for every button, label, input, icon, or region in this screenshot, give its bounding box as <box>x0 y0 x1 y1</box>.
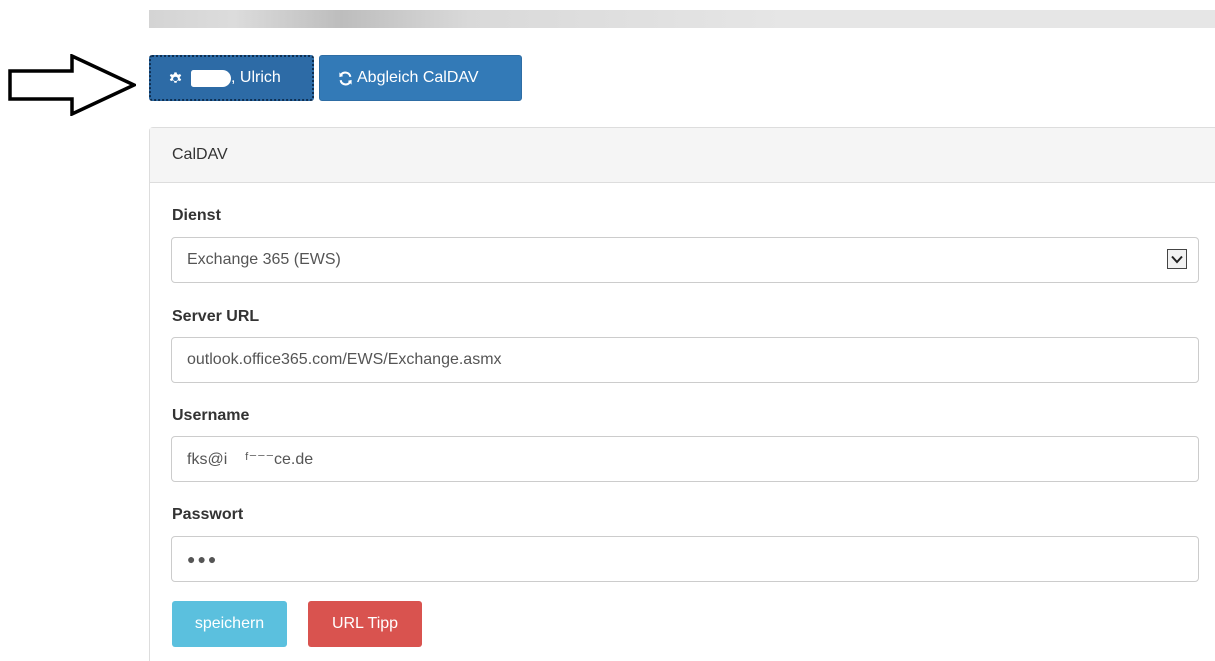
top-bar <box>149 10 1215 28</box>
sync-button-label: Abgleich CalDAV <box>357 69 479 86</box>
password-value: ●●● <box>187 551 219 567</box>
server-url-label: Server URL <box>172 308 260 325</box>
chevron-down-icon[interactable] <box>1167 249 1187 269</box>
username-field[interactable]: fks@i ᶠ⁻⁻⁻ce.de <box>171 436 1199 482</box>
refresh-icon <box>338 71 353 86</box>
password-label: Passwort <box>172 506 244 523</box>
user-button-label: , Ulrich <box>231 69 281 86</box>
url-tip-button[interactable]: URL Tipp <box>308 601 422 647</box>
page: , Ulrich Abgleich CalDAV CalDAV Dienst E… <box>0 0 1215 661</box>
panel-heading: CalDAV <box>150 128 1215 183</box>
dienst-select-value: Exchange 365 (EWS) <box>187 251 341 268</box>
gear-icon <box>168 71 183 86</box>
server-url-value: outlook.office365.com/EWS/Exchange.asmx <box>187 351 502 368</box>
sync-caldav-button[interactable]: Abgleich CalDAV <box>319 55 522 101</box>
caldav-panel: CalDAV Dienst Exchange 365 (EWS) Server … <box>149 127 1215 661</box>
username-label: Username <box>172 407 250 424</box>
username-value: fks@i ᶠ⁻⁻⁻ce.de <box>187 451 314 468</box>
user-settings-button[interactable]: , Ulrich <box>149 55 314 101</box>
server-url-field[interactable]: outlook.office365.com/EWS/Exchange.asmx <box>171 337 1199 383</box>
panel-title: CalDAV <box>172 146 228 163</box>
save-button[interactable]: speichern <box>172 601 287 647</box>
dienst-select[interactable]: Exchange 365 (EWS) <box>171 237 1199 283</box>
dienst-label: Dienst <box>172 207 221 224</box>
arrow-right-outline-icon <box>8 54 136 116</box>
password-field[interactable]: ●●● <box>171 536 1199 582</box>
redacted-name <box>191 69 231 87</box>
